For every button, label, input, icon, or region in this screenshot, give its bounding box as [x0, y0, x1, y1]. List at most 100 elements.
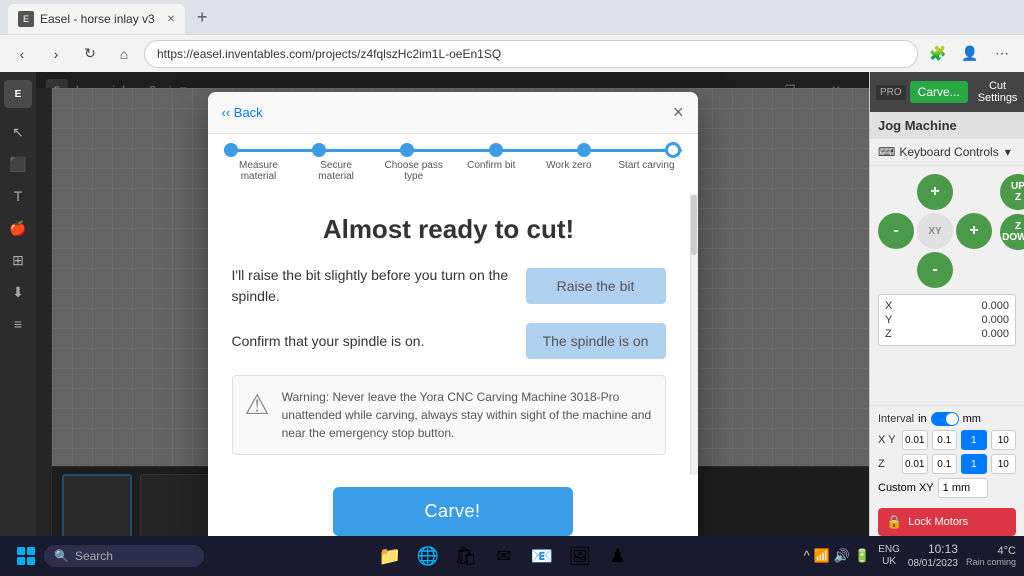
carve-btn[interactable]: Carve!: [333, 487, 573, 536]
xy-10-btn[interactable]: 10: [991, 430, 1017, 450]
forward-btn[interactable]: ›: [42, 40, 70, 68]
taskbar-app-edge[interactable]: 🌐: [412, 540, 444, 572]
raise-bit-btn[interactable]: Raise the bit: [526, 268, 666, 304]
z-coord-row: Z 0.000: [885, 327, 1009, 341]
step-label-1: Measurematerial: [224, 160, 294, 182]
profile-icon[interactable]: 👤: [956, 40, 984, 68]
jog-controls: + - XY + - UPZ ZDOWN X: [870, 166, 1024, 405]
spindle-on-btn[interactable]: The spindle is on: [526, 323, 666, 359]
address-bar[interactable]: https://easel.inventables.com/projects/z…: [144, 40, 918, 68]
instruction-row-1: I'll raise the bit slightly before you t…: [232, 265, 666, 307]
interval-toggle-switch[interactable]: [931, 412, 959, 426]
new-tab-btn[interactable]: +: [189, 4, 215, 30]
jog-x-plus-btn[interactable]: +: [956, 213, 992, 249]
z-10-btn[interactable]: 10: [991, 454, 1017, 474]
taskbar-app-file-explorer[interactable]: 📁: [374, 540, 406, 572]
taskbar-app-store[interactable]: 🛍: [450, 540, 482, 572]
sidebar-shapes-icon[interactable]: ⬛: [4, 150, 32, 178]
z-1-btn[interactable]: 1: [961, 454, 987, 474]
battery-icon[interactable]: 🔋: [854, 548, 870, 564]
jog-x-minus-btn[interactable]: -: [878, 213, 914, 249]
search-label: Search: [75, 549, 113, 563]
modal-dialog: ‹ ‹ Back ×: [208, 92, 698, 556]
navigation-bar: ‹ › ↻ ⌂ https://easel.inventables.com/pr…: [0, 34, 1024, 72]
start-btn[interactable]: [8, 538, 44, 574]
locale-display[interactable]: ENG UK: [878, 544, 900, 568]
sidebar-layers-icon[interactable]: ≡: [4, 310, 32, 338]
jog-empty-4: [956, 252, 992, 288]
xy-1-btn[interactable]: 1: [961, 430, 987, 450]
clock[interactable]: 10:13 08/01/2023: [908, 542, 958, 571]
taskbar-apps: 📁 🌐 🛍 ✉ 📧 🖼 ♟: [204, 540, 804, 572]
modal-back-btn[interactable]: ‹ ‹ Back: [222, 105, 263, 120]
taskbar-search[interactable]: 🔍 Search: [44, 545, 204, 567]
step-label-2: Securematerial: [301, 160, 371, 182]
sidebar-apps-icon[interactable]: ⊞: [4, 246, 32, 274]
sidebar-image-icon[interactable]: 🍎: [4, 214, 32, 242]
sidebar-import-icon[interactable]: ⬇: [4, 278, 32, 306]
volume-icon[interactable]: 🔊: [834, 548, 850, 564]
taskbar-app-steam[interactable]: ♟: [602, 540, 634, 572]
home-btn[interactable]: ⌂: [110, 40, 138, 68]
lock-motors-btn[interactable]: 🔒 Lock Motors: [878, 508, 1016, 536]
z-001-btn[interactable]: 0.01: [902, 454, 928, 474]
xy-interval-row: X Y 0.01 0.1 1 10: [878, 430, 1016, 450]
step-dot-4: [489, 143, 503, 157]
active-tab[interactable]: E Easel - horse inlay v3 ✕: [8, 4, 185, 34]
modal-header: ‹ ‹ Back ×: [208, 92, 698, 134]
keyboard-controls-row[interactable]: ⌨ Keyboard Controls ▾: [870, 139, 1024, 166]
xy-01-btn[interactable]: 0.1: [932, 430, 958, 450]
jog-z-up-btn[interactable]: UPZ: [1000, 174, 1024, 210]
locale-lang: ENG: [878, 544, 900, 556]
search-icon: 🔍: [54, 549, 69, 563]
custom-xy-input[interactable]: [938, 478, 988, 498]
step-dot-3: [400, 143, 414, 157]
z-coord-value: 0.000: [981, 328, 1009, 340]
step-label-6: Start carving: [611, 160, 681, 182]
carve-top-btn[interactable]: Carve...: [910, 81, 968, 103]
taskbar: 🔍 Search 📁 🌐 🛍 ✉ 📧 🖼 ♟ ^ 📶 🔊 🔋 ENG UK 10…: [0, 536, 1024, 576]
extensions-icon[interactable]: 🧩: [924, 40, 952, 68]
network-icon[interactable]: 📶: [814, 548, 830, 564]
taskbar-app-photos[interactable]: 🖼: [564, 540, 596, 572]
modal-body: Almost ready to cut! I'll raise the bit …: [208, 194, 690, 475]
y-coord-row: Y 0.000: [885, 313, 1009, 327]
unit-in-label: in: [918, 413, 927, 425]
step-dot-6[interactable]: [665, 142, 681, 158]
jog-y-minus-btn[interactable]: -: [917, 252, 953, 288]
keyboard-controls-label: Keyboard Controls: [899, 145, 998, 159]
modal-close-btn[interactable]: ×: [673, 102, 684, 123]
lock-motors-label: Lock Motors: [908, 516, 968, 528]
scrollbar-thumb: [691, 195, 697, 255]
custom-xy-row: Custom XY: [878, 478, 1016, 498]
canvas-area: E horse inlay v3 ☆ ▾ — ❐ ✕ in: [36, 72, 869, 576]
chevron-up-icon[interactable]: ^: [804, 548, 810, 564]
back-btn[interactable]: ‹: [8, 40, 36, 68]
keyboard-icon: ⌨: [878, 145, 895, 159]
tab-close-btn[interactable]: ✕: [167, 14, 175, 25]
xy-001-btn[interactable]: 0.01: [902, 430, 928, 450]
sidebar-cursor-icon[interactable]: ↖: [4, 118, 32, 146]
custom-xy-label: Custom XY: [878, 482, 934, 494]
z-01-btn[interactable]: 0.1: [932, 454, 958, 474]
interval-unit-toggle[interactable]: in mm: [918, 412, 981, 426]
unit-mm-label: mm: [963, 413, 981, 425]
jog-center: XY: [917, 213, 953, 249]
refresh-btn[interactable]: ↻: [76, 40, 104, 68]
jog-xy-section: + - XY + - UPZ ZDOWN X: [878, 174, 1016, 288]
locale-region: UK: [878, 556, 900, 568]
interval-header-row: Interval in mm: [878, 412, 1016, 426]
tab-favicon: E: [18, 11, 34, 27]
right-panel: PRO Carve... Cut Settings + Jog Machine …: [869, 72, 1024, 576]
jog-z-down-btn[interactable]: ZDOWN: [1000, 214, 1024, 250]
sidebar-text-icon[interactable]: T: [4, 182, 32, 210]
more-icon[interactable]: ⋯: [988, 40, 1016, 68]
cut-settings-btn[interactable]: Cut Settings: [972, 76, 1024, 108]
taskbar-app-outlook[interactable]: 📧: [526, 540, 558, 572]
jog-empty-3: [878, 252, 914, 288]
app-area: E ↖ ⬛ T 🍎 ⊞ ⬇ ≡ E horse inlay v3 ☆ ▾ — ❐…: [0, 72, 1024, 576]
jog-y-plus-btn[interactable]: +: [917, 174, 953, 210]
modal-scrollbar[interactable]: [690, 194, 698, 475]
time-display: 10:13: [908, 542, 958, 558]
taskbar-app-mail[interactable]: ✉: [488, 540, 520, 572]
